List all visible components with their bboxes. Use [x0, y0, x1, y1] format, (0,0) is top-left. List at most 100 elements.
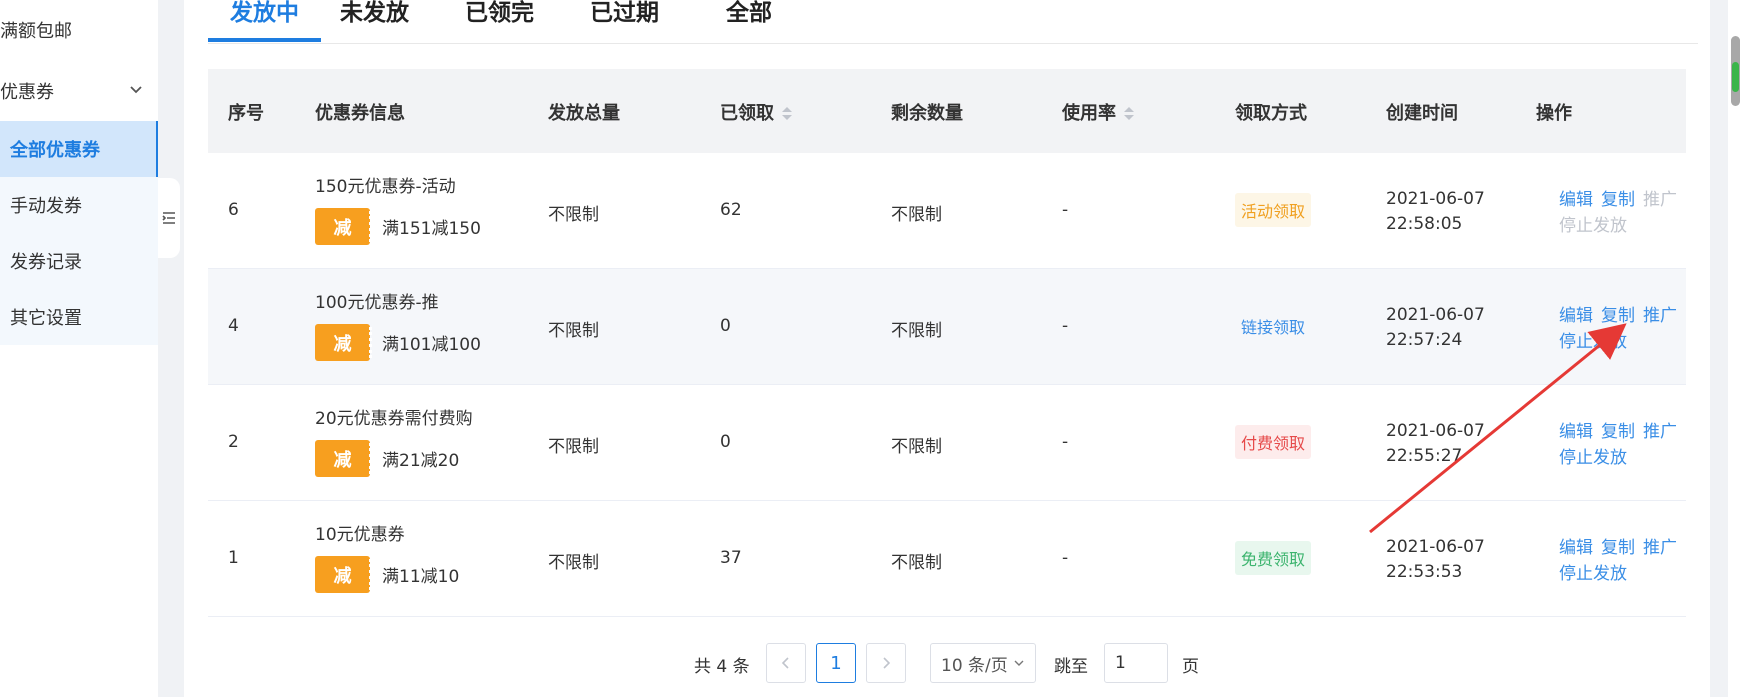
chevron-down-icon: [1014, 660, 1024, 666]
total-amount: 不限制: [548, 553, 599, 573]
column-header-label: 使用率: [1062, 103, 1116, 124]
row-index: 2: [228, 432, 239, 452]
tab-all[interactable]: 全部: [726, 0, 772, 44]
sidebar-item-issue-records[interactable]: 发券记录: [0, 233, 158, 289]
column-header-actions: 操作: [1536, 103, 1572, 124]
discount-badge: 减: [315, 440, 372, 477]
edit-link[interactable]: 编辑: [1559, 306, 1593, 326]
usage-rate: -: [1062, 548, 1069, 568]
claim-method-tag: 链接领取: [1235, 309, 1312, 343]
stop-issuing-link[interactable]: 停止发放: [1559, 564, 1627, 584]
coupon-rule: 减 满11减10: [315, 556, 459, 593]
next-page-button[interactable]: [866, 643, 906, 683]
scrollbar-marker: [1732, 62, 1739, 92]
remaining-count: 不限制: [891, 553, 942, 573]
column-header-claim-method: 领取方式: [1235, 103, 1307, 124]
sidebar-item-all-coupons[interactable]: 全部优惠券: [0, 121, 158, 177]
sidebar-item-other-settings[interactable]: 其它设置: [0, 289, 158, 345]
claim-method-tag: 付费领取: [1235, 425, 1312, 459]
copy-link[interactable]: 复制: [1601, 422, 1635, 442]
row-index: 6: [228, 200, 239, 220]
sidebar-item-label: 优惠券: [0, 82, 54, 103]
created-time: 2021-06-07 22:58:05: [1386, 187, 1485, 237]
copy-link[interactable]: 复制: [1601, 306, 1635, 326]
created-time: 2021-06-07 22:53:53: [1386, 535, 1485, 585]
coupon-rule-text: 满11减10: [382, 567, 460, 587]
tab-expired[interactable]: 已过期: [590, 0, 659, 44]
promote-link[interactable]: 推广: [1643, 306, 1677, 326]
total-amount: 不限制: [548, 321, 599, 341]
table-header: 序号 优惠券信息 发放总量 已领取 剩余数量 使用率 领取方式 创建时间 操作: [208, 69, 1686, 153]
coupon-rule: 减 满151减150: [315, 208, 481, 245]
usage-rate: -: [1062, 432, 1069, 452]
sort-icon[interactable]: [782, 107, 792, 121]
claim-method-tag: 活动领取: [1235, 193, 1312, 227]
sidebar-item-label: 全部优惠券: [10, 140, 100, 161]
sidebar-item-free-shipping[interactable]: 满额包邮: [0, 2, 158, 58]
page-size-select[interactable]: 10 条/页: [930, 643, 1036, 683]
total-amount: 不限制: [548, 437, 599, 457]
page-scrollbar[interactable]: [1728, 0, 1742, 697]
created-time: 2021-06-07 22:55:27: [1386, 419, 1485, 469]
created-clock: 22:58:05: [1386, 214, 1463, 234]
sidebar-item-label: 满额包邮: [0, 21, 72, 42]
main-panel: 发放中 未发放 已领完 已过期 全部 序号 优惠券信息 发放总量 已领取 剩余数…: [184, 0, 1710, 697]
row-actions: 编辑 复制 推广 停止发放: [1559, 419, 1699, 471]
sort-icon[interactable]: [1124, 107, 1134, 121]
claimed-count: 0: [720, 316, 731, 336]
coupon-name: 150元优惠券-活动: [315, 177, 456, 197]
column-header-usage-rate[interactable]: 使用率: [1062, 99, 1134, 125]
tab-not-issued[interactable]: 未发放: [340, 0, 409, 44]
column-header-remaining: 剩余数量: [891, 103, 963, 124]
tab-claimed-out[interactable]: 已领完: [465, 0, 534, 44]
jump-page-input[interactable]: 1: [1104, 643, 1168, 683]
table-row: 1 10元优惠券 减 满11减10 不限制 37 不限制 - 免费领取 2021…: [208, 501, 1686, 617]
created-date: 2021-06-07: [1386, 421, 1485, 441]
created-date: 2021-06-07: [1386, 305, 1485, 325]
promote-link: 推广: [1643, 190, 1677, 210]
edit-link[interactable]: 编辑: [1559, 538, 1593, 558]
jump-label: 跳至: [1054, 657, 1088, 677]
usage-rate: -: [1062, 316, 1069, 336]
created-date: 2021-06-07: [1386, 189, 1485, 209]
claim-method-tag: 免费领取: [1235, 541, 1312, 575]
column-header-claimed[interactable]: 已领取: [720, 99, 792, 125]
page-suffix: 页: [1182, 657, 1199, 677]
menu-fold-icon: [162, 212, 175, 224]
sidebar-item-label: 手动发券: [10, 196, 82, 217]
row-actions: 编辑 复制 推广 停止发放: [1559, 303, 1699, 355]
row-actions: 编辑 复制 推广 停止发放: [1559, 535, 1699, 587]
table-row: 2 20元优惠券需付费购 减 满21减20 不限制 0 不限制 - 付费领取 2…: [208, 385, 1686, 501]
stop-issuing-link[interactable]: 停止发放: [1559, 448, 1627, 468]
discount-badge: 减: [315, 208, 372, 245]
row-index: 1: [228, 548, 239, 568]
edit-link[interactable]: 编辑: [1559, 190, 1593, 210]
collapse-sidebar-button[interactable]: [158, 178, 180, 258]
sidebar: 满额包邮 优惠券 全部优惠券 手动发券 发券记录 其它设置: [0, 0, 158, 697]
discount-badge: 减: [315, 324, 372, 361]
sidebar-group-coupons[interactable]: 优惠券: [0, 63, 158, 119]
remaining-count: 不限制: [891, 205, 942, 225]
chevron-down-icon: [130, 86, 142, 94]
status-tabs: 发放中 未发放 已领完 已过期 全部: [208, 0, 1698, 44]
coupon-rule-text: 满101减100: [382, 335, 481, 355]
row-actions: 编辑 复制 推广 停止发放: [1559, 187, 1699, 239]
promote-link[interactable]: 推广: [1643, 422, 1677, 442]
promote-link[interactable]: 推广: [1643, 538, 1677, 558]
claimed-count: 0: [720, 432, 731, 452]
page-number-button[interactable]: 1: [816, 643, 856, 683]
prev-page-button[interactable]: [766, 643, 806, 683]
pagination-total: 共 4 条: [694, 657, 750, 677]
active-tab-indicator: [208, 38, 321, 42]
edit-link[interactable]: 编辑: [1559, 422, 1593, 442]
sidebar-item-label: 其它设置: [10, 308, 82, 329]
created-clock: 22:55:27: [1386, 446, 1463, 466]
stop-issuing-link[interactable]: 停止发放: [1559, 332, 1627, 352]
claimed-count: 62: [720, 200, 742, 220]
sidebar-item-manual-issue[interactable]: 手动发券: [0, 177, 158, 233]
column-header-coupon-info: 优惠券信息: [315, 103, 405, 124]
remaining-count: 不限制: [891, 437, 942, 457]
copy-link[interactable]: 复制: [1601, 538, 1635, 558]
copy-link[interactable]: 复制: [1601, 190, 1635, 210]
row-index: 4: [228, 316, 239, 336]
